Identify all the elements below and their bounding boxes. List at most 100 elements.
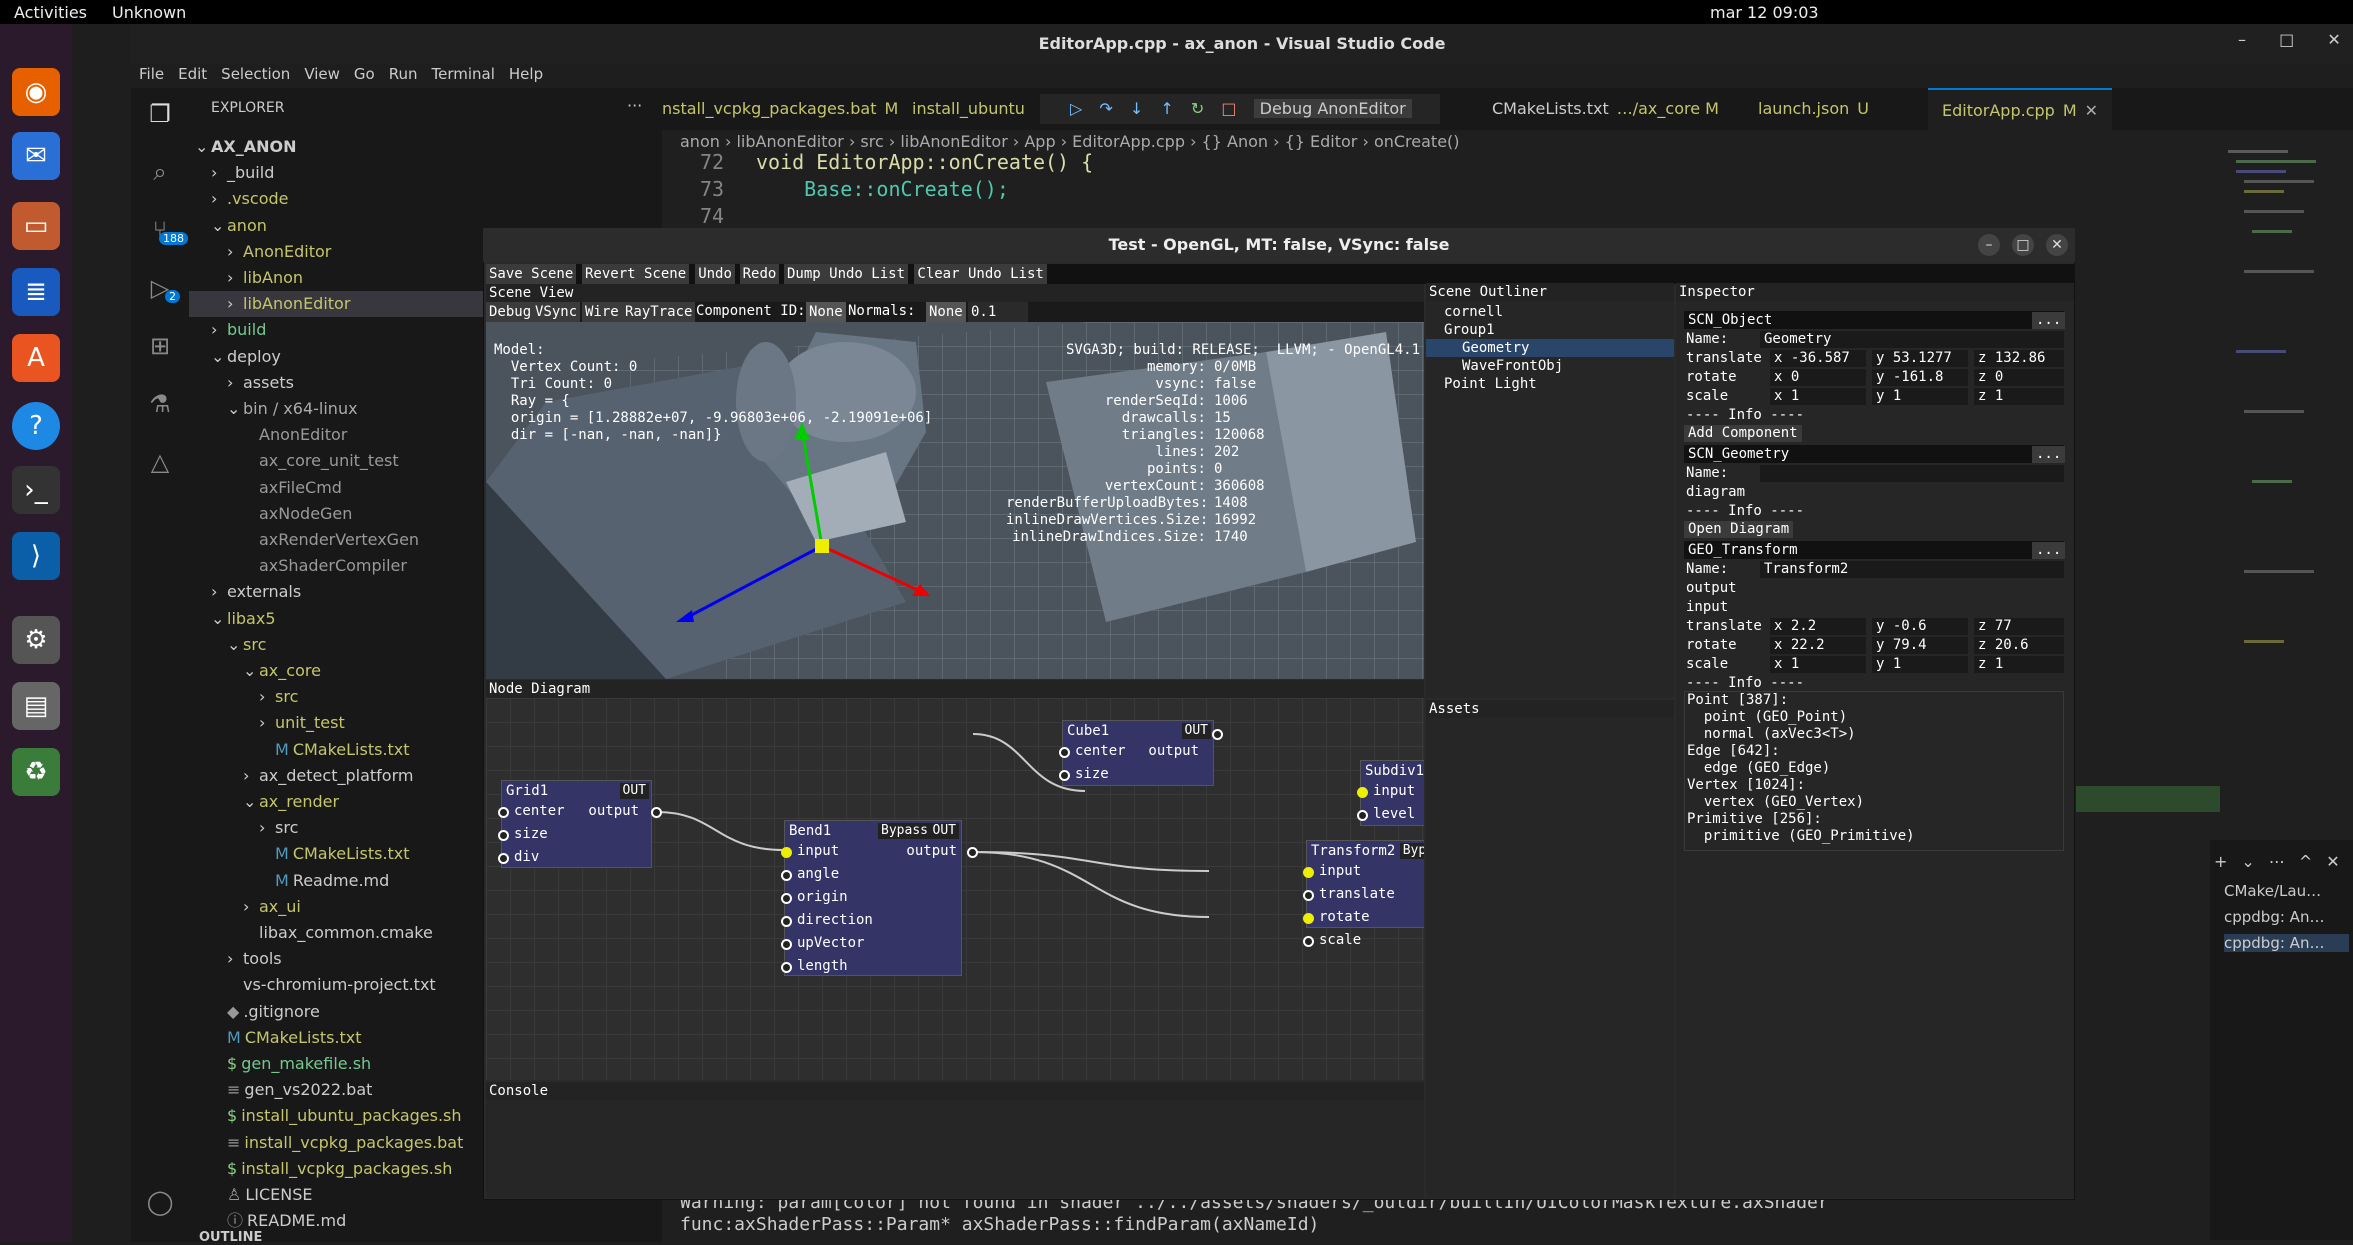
obj-scale-z[interactable]: z 1 [1974,388,2064,405]
tr-translate-y[interactable]: y -0.6 [1872,618,1968,635]
maximize-icon[interactable]: □ [2279,30,2294,49]
writer-icon[interactable]: ≣ [12,268,60,316]
code-line[interactable]: Base::onCreate(); [756,177,1009,201]
object-name-input[interactable]: Geometry [1760,331,2064,348]
toolbar-button[interactable]: Redo [739,264,780,284]
app-maximize-icon[interactable]: □ [2012,234,2034,256]
pin-scale[interactable] [1303,936,1314,947]
obj-rotate-x[interactable]: x 0 [1770,369,1866,386]
out-button[interactable]: OUT [929,823,959,839]
explorer-icon[interactable]: ❐ [143,100,177,134]
obj-rotate-z[interactable]: z 0 [1974,369,2064,386]
help-icon[interactable]: ? [12,402,60,450]
pin-size[interactable] [498,830,509,841]
maximize-panel-icon[interactable]: ^ [2299,852,2312,871]
node-cube1[interactable]: Cube1 OUT output center size [1059,720,1214,786]
trash-icon[interactable]: ♻ [12,748,60,796]
explorer-more-button[interactable]: ··· [627,96,642,115]
obj-translate-z[interactable]: z 132.86 [1974,350,2064,367]
toolbar-button[interactable]: Revert Scene [582,264,690,284]
geo-transform-header[interactable]: GEO_Transform [1684,541,2064,559]
tr-rotate-z[interactable]: z 20.6 [1974,637,2064,654]
terminal-dropdown-icon[interactable]: ⌄ [2241,852,2254,871]
tr-translate-x[interactable]: x 2.2 [1770,618,1866,635]
obj-translate-x[interactable]: x -36.587 [1770,350,1866,367]
outliner-item[interactable]: WaveFrontObj [1426,357,1674,375]
stop-icon[interactable]: □ [1221,99,1236,118]
pin-level[interactable] [1357,810,1368,821]
node-bend1[interactable]: Bend1 Bypass OUT output input angle origin… [781,820,962,976]
breadcrumb[interactable]: anon › libAnonEditor › src › libAnonEdit… [680,132,1460,151]
pin-input[interactable] [1303,867,1314,878]
debug-toggle[interactable]: Debug [486,302,535,322]
bend-output-pin[interactable] [967,847,978,858]
extensions-icon[interactable]: ⊞ [143,332,177,366]
more-icon[interactable]: ⋯ [2269,852,2285,871]
out-button[interactable]: OUT [1181,723,1211,739]
search-icon[interactable]: ⌕ [143,158,177,192]
menu-selection[interactable]: Selection [221,65,290,83]
step-over-icon[interactable]: ↷ [1099,99,1112,118]
restart-icon[interactable]: ↻ [1191,99,1204,118]
tr-rotate-x[interactable]: x 22.2 [1770,637,1866,654]
minimize-icon[interactable]: – [2238,30,2246,49]
account-icon[interactable]: ◯ [143,1188,177,1222]
app-close-icon[interactable]: ✕ [2046,234,2068,256]
activities-button[interactable]: Activities [14,3,87,22]
node-subdiv1[interactable]: Subdiv1 input level [1357,760,1424,826]
vsync-toggle[interactable]: VSync [532,302,581,322]
transform-name-input[interactable]: Transform2 [1760,561,2064,578]
node-transform2[interactable]: Transform2Bypa input translate rotate sc… [1303,840,1424,948]
obj-scale-y[interactable]: y 1 [1872,388,1968,405]
pin-direction[interactable] [781,916,792,927]
pin-origin[interactable] [781,893,792,904]
debug-session-item[interactable]: CMake/Lau… [2224,882,2349,900]
normals-select[interactable]: None [926,302,966,322]
assets-panel[interactable]: Assets [1426,700,1674,1198]
cmake-icon[interactable]: △ [143,448,177,482]
thunderbird-icon[interactable]: ✉ [12,132,60,180]
outliner-item[interactable]: cornell [1426,303,1674,321]
outliner-item[interactable]: Geometry [1426,339,1674,357]
scene-viewport[interactable]: Model: Vertex Count: 0 Tri Count: 0 Ray … [486,322,1424,679]
cube-output-pin[interactable] [1212,729,1223,740]
normals-scale-input[interactable]: 0.1 [968,302,1028,322]
open-diagram-button[interactable]: Open Diagram [1684,521,1794,538]
debug-session-item[interactable]: cppdbg: An… [2224,908,2349,926]
close-tab-icon[interactable]: ✕ [2085,101,2098,120]
step-into-icon[interactable]: ↓ [1130,99,1143,118]
add-component-button[interactable]: Add Component [1684,425,1802,442]
pin-length[interactable] [781,962,792,973]
toolbar-button[interactable]: Undo [695,264,735,284]
settings-icon[interactable]: ⚙ [12,616,60,664]
pin-translate[interactable] [1303,890,1314,901]
menu-terminal[interactable]: Terminal [432,65,495,83]
editor-tab[interactable]: CMakeLists.txt …/ax_core M [1492,88,1719,130]
pin-upvector[interactable] [781,939,792,950]
debug-session-item[interactable]: cppdbg: An… [2224,934,2349,952]
raytrace-toggle[interactable]: RayTrace [622,302,696,322]
obj-translate-y[interactable]: y 53.1277 [1872,350,1968,367]
tr-translate-z[interactable]: z 77 [1974,618,2064,635]
terminal-icon[interactable]: ›_ [12,466,60,514]
outliner-item[interactable]: Point Light [1426,375,1674,393]
minimap[interactable] [2220,150,2340,710]
node-diagram[interactable]: Grid1 OUT output center size div Bend1 Byp… [486,698,1424,1080]
outline-section[interactable]: OUTLINE [199,1230,262,1245]
pin-angle[interactable] [781,870,792,881]
wire-toggle[interactable]: Wire [582,302,622,322]
tree-item[interactable]: ⌄ AX_ANON [189,134,662,160]
tr-scale-x[interactable]: x 1 [1770,656,1866,673]
menu-view[interactable]: View [304,65,340,83]
editor-tab[interactable]: launch.json U [1758,88,1869,130]
bypass-button[interactable]: Bypa [1399,843,1424,859]
scn-object-more-button[interactable]: ... [2032,312,2066,329]
menu-go[interactable]: Go [354,65,375,83]
pin-div[interactable] [498,853,509,864]
software-icon[interactable]: A [12,334,60,382]
pin-input[interactable] [781,847,792,858]
add-terminal-icon[interactable]: + [2214,852,2227,871]
obj-scale-x[interactable]: x 1 [1770,388,1866,405]
pin-size[interactable] [1059,770,1070,781]
active-app-menu[interactable]: Unknown [112,3,186,22]
